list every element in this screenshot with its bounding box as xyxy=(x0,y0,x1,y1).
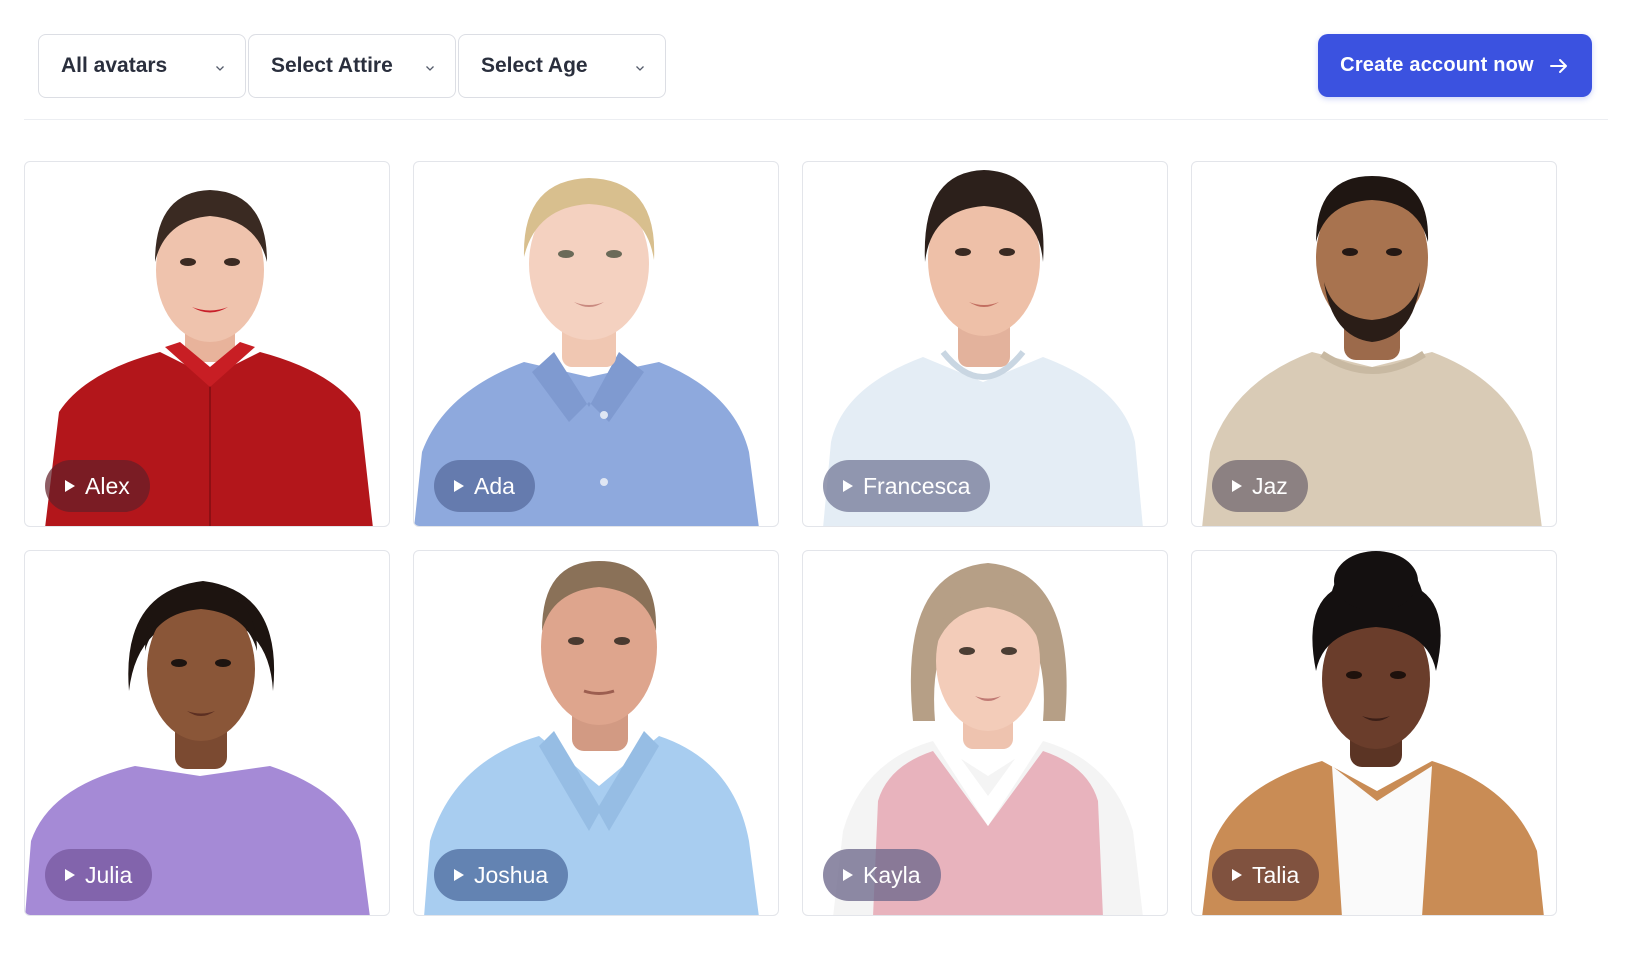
avatar-card-julia[interactable]: Julia xyxy=(24,550,390,916)
play-icon xyxy=(65,869,75,881)
avatar-card-kayla[interactable]: Kayla xyxy=(802,550,1168,916)
play-icon xyxy=(454,869,464,881)
play-icon xyxy=(454,480,464,492)
avatar-name-pill[interactable]: Ada xyxy=(434,460,535,512)
age-filter-label: Select Age xyxy=(481,54,588,77)
chevron-down-icon xyxy=(636,66,644,71)
play-icon xyxy=(1232,869,1242,881)
avatar-name-pill[interactable]: Julia xyxy=(45,849,153,901)
avatar-name-pill[interactable]: Joshua xyxy=(434,849,569,901)
avatar-name: Talia xyxy=(1252,861,1300,888)
play-icon xyxy=(1232,480,1242,492)
avatar-name: Joshua xyxy=(474,861,549,888)
filter-bar: All avatars Select Attire Select Age Cre… xyxy=(0,0,1632,120)
avatar-name: Francesca xyxy=(863,472,971,499)
attire-filter-label: Select Attire xyxy=(271,54,393,77)
avatar-card-ada[interactable]: Ada xyxy=(413,161,779,527)
avatar-name-pill[interactable]: Talia xyxy=(1212,849,1320,901)
avatar-name-pill[interactable]: Jaz xyxy=(1212,460,1308,512)
avatar-name: Kayla xyxy=(863,861,921,888)
avatar-card-joshua[interactable]: Joshua xyxy=(413,550,779,916)
avatar-name-pill[interactable]: Francesca xyxy=(823,460,991,512)
avatar-card-jaz[interactable]: Jaz xyxy=(1191,161,1557,527)
avatar-name: Jaz xyxy=(1252,472,1288,499)
header-divider xyxy=(24,119,1608,120)
play-icon xyxy=(843,869,853,881)
create-account-button[interactable]: Create account now xyxy=(1318,34,1592,97)
avatar-name: Alex xyxy=(85,472,130,499)
avatar-name: Ada xyxy=(474,472,515,499)
arrow-right-icon xyxy=(1549,58,1567,73)
avatars-filter-label: All avatars xyxy=(61,54,168,77)
play-icon xyxy=(843,480,853,492)
chevron-down-icon xyxy=(216,66,224,71)
avatar-card-alex[interactable]: Alex xyxy=(24,161,390,527)
attire-filter-dropdown[interactable]: Select Attire xyxy=(248,34,456,98)
play-icon xyxy=(65,480,75,492)
avatar-name: Julia xyxy=(85,861,133,888)
avatar-name-pill[interactable]: Alex xyxy=(45,460,150,512)
avatar-card-francesca[interactable]: Francesca xyxy=(802,161,1168,527)
chevron-down-icon xyxy=(426,66,434,71)
avatars-filter-dropdown[interactable]: All avatars xyxy=(38,34,246,98)
avatar-name-pill[interactable]: Kayla xyxy=(823,849,941,901)
age-filter-dropdown[interactable]: Select Age xyxy=(458,34,666,98)
avatar-card-talia[interactable]: Talia xyxy=(1191,550,1557,916)
create-account-label: Create account now xyxy=(1340,54,1534,76)
